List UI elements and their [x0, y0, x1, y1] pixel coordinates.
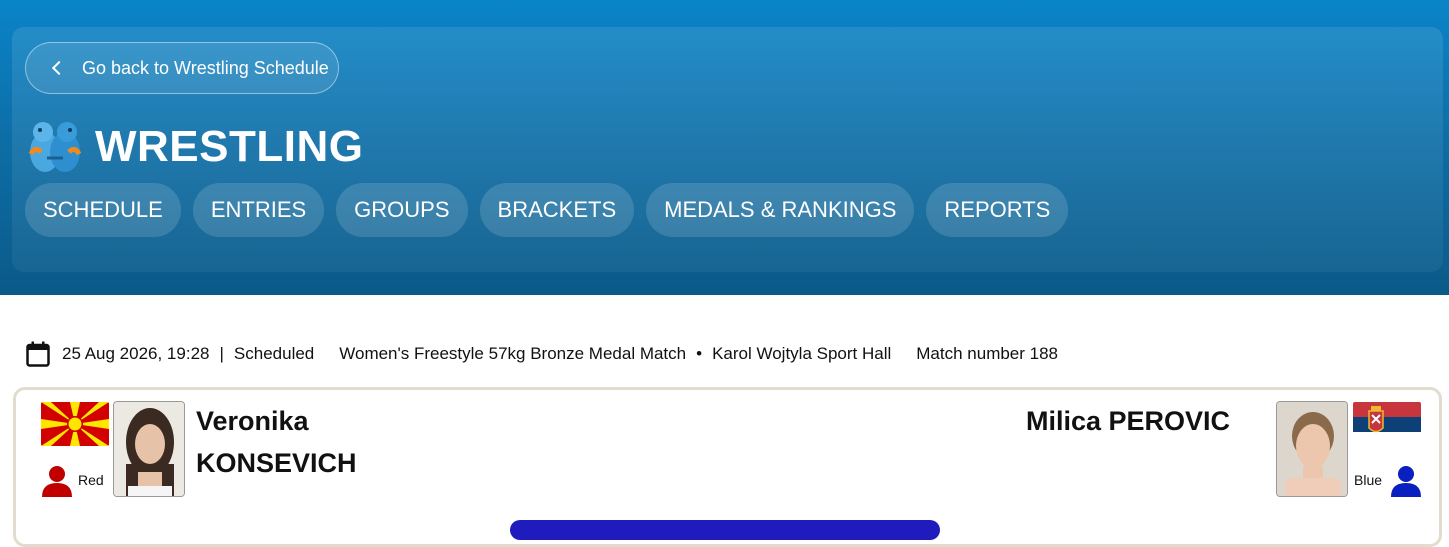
- calendar-icon: [26, 341, 50, 367]
- match-action-button[interactable]: [510, 520, 940, 540]
- match-event: Women's Freestyle 57kg Bronze Medal Matc…: [339, 344, 687, 363]
- nav-schedule[interactable]: SCHEDULE: [25, 183, 181, 237]
- nav-brackets[interactable]: BRACKETS: [479, 183, 635, 237]
- nav-entries[interactable]: ENTRIES: [192, 183, 325, 237]
- sport-title: WRESTLING: [95, 122, 364, 171]
- blue-athlete-name[interactable]: Milica PEROVIC: [1026, 400, 1230, 442]
- north-macedonia-flag-icon: [41, 402, 109, 446]
- red-athlete-name[interactable]: Veronika KONSEVICH: [196, 400, 357, 484]
- blue-corner-person-icon: [1391, 466, 1421, 497]
- mascot-logo-icon: [28, 122, 82, 172]
- red-athlete-last-name: KONSEVICH: [196, 448, 357, 478]
- match-venue: Karol Wojtyla Sport Hall: [712, 344, 892, 363]
- athlete-portrait-icon: [114, 402, 184, 496]
- red-athlete-first-name: Veronika: [196, 406, 309, 436]
- meta-bullet: •: [696, 344, 703, 363]
- sport-nav: SCHEDULE ENTRIES GROUPS BRACKETS MEDALS …: [25, 183, 1069, 237]
- match-status: Scheduled: [233, 344, 315, 363]
- nav-reports[interactable]: REPORTS: [926, 183, 1069, 237]
- blue-corner-label: Blue: [1354, 472, 1383, 488]
- back-button-label: Go back to Wrestling Schedule: [82, 57, 329, 78]
- red-corner-label: Red: [78, 472, 104, 488]
- athlete-portrait-icon: [1277, 402, 1347, 496]
- sport-heading: WRESTLING: [25, 118, 363, 176]
- nav-medals-rankings[interactable]: MEDALS & RANKINGS: [646, 183, 915, 237]
- red-corner-person-icon: [42, 466, 72, 497]
- chevron-left-icon: [51, 60, 67, 76]
- blue-athlete-photo: [1276, 401, 1348, 497]
- back-to-schedule-button[interactable]: Go back to Wrestling Schedule: [25, 42, 339, 94]
- serbia-flag-icon: [1353, 402, 1421, 446]
- meta-separator: |: [219, 344, 224, 363]
- red-athlete-photo: [113, 401, 185, 497]
- nav-groups[interactable]: GROUPS: [336, 183, 468, 237]
- match-number: Match number 188: [916, 344, 1059, 363]
- match-meta: 25 Aug 2026, 19:28 | Scheduled Women's F…: [26, 341, 1058, 367]
- match-datetime: 25 Aug 2026, 19:28: [62, 344, 210, 363]
